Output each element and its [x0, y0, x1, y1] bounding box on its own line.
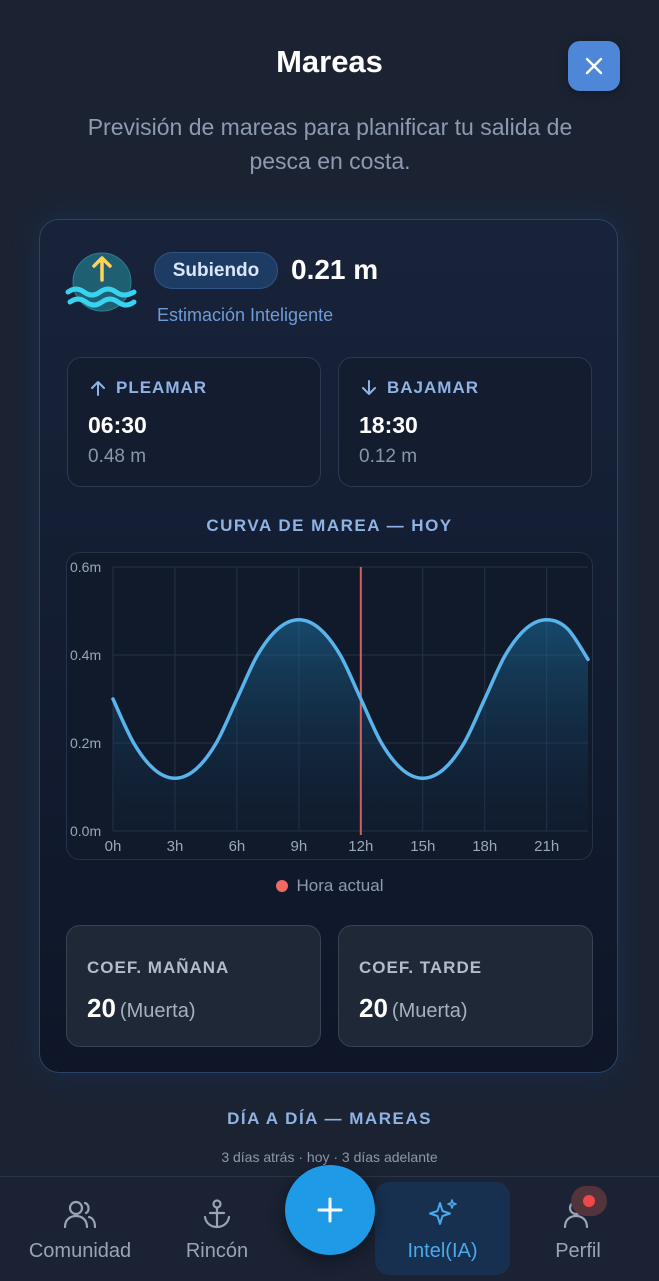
- y-tick-label: 0.2m: [70, 735, 101, 751]
- users-icon: [63, 1200, 97, 1229]
- low-tide-label: BAJAMAR: [387, 378, 479, 397]
- x-tick-label: 6h: [229, 838, 246, 855]
- anchor-icon: [203, 1199, 231, 1229]
- add-button[interactable]: [285, 1165, 375, 1255]
- close-button[interactable]: [568, 41, 620, 91]
- close-icon: [585, 57, 603, 75]
- x-tick-label: 12h: [348, 838, 373, 855]
- coef-morning-label: COEF. MAÑANA: [87, 958, 230, 977]
- high-tide-time: 06:30: [88, 412, 147, 438]
- nav-label-rincon: Rincón: [185, 1240, 249, 1262]
- coef-afternoon-quality: (Muerta): [391, 1000, 468, 1022]
- coef-afternoon-card: COEF. TARDE 20 (Muerta): [338, 925, 593, 1047]
- x-tick-label: 0h: [105, 838, 122, 855]
- estimation-label: Estimación Inteligente: [157, 305, 334, 325]
- current-tide-height: 0.21 m: [291, 254, 379, 285]
- x-tick-label: 21h: [534, 838, 559, 855]
- x-tick-label: 9h: [291, 838, 308, 855]
- tide-curve-title: CURVA DE MAREA — HOY: [206, 516, 453, 535]
- tide-chart: 0h 3h 6h 9h 12h 15h 18h 21h 0.0m 0.2m 0.4m 0.6m: [70, 559, 590, 855]
- daily-tides-subtitle: 3 días atrás · hoy · 3 días adelante: [221, 1149, 438, 1165]
- nav-item-comunidad[interactable]: Comunidad: [20, 1188, 140, 1272]
- legend-label: Hora actual: [296, 876, 384, 895]
- page-subtitle: Previsión de mareas para planificar tu s…: [87, 114, 573, 174]
- daily-tides-title: DÍA A DÍA — MAREAS: [227, 1109, 432, 1128]
- y-tick-label: 0.0m: [70, 823, 101, 839]
- coef-afternoon-label: COEF. TARDE: [359, 958, 483, 977]
- notification-dot-icon: [583, 1195, 595, 1207]
- page-title: Mareas: [276, 44, 383, 79]
- tide-area: [113, 619, 588, 831]
- low-tide-time: 18:30: [359, 412, 418, 438]
- coef-morning-quality: (Muerta): [119, 1000, 196, 1022]
- y-tick-label: 0.4m: [70, 647, 101, 663]
- x-tick-label: 18h: [472, 838, 497, 855]
- high-tide-card: PLEAMAR 06:30 0.48 m: [67, 357, 321, 487]
- arrow-up-icon: [91, 381, 105, 396]
- current-time-marker-icon: [275, 880, 288, 892]
- nav-item-rincon[interactable]: Rincón: [167, 1188, 267, 1272]
- rising-tide-icon: [65, 252, 137, 312]
- sparkles-icon: [428, 1199, 457, 1225]
- x-tick-label: 15h: [410, 838, 435, 855]
- nav-label-perfil: Perfil: [555, 1240, 601, 1262]
- arrow-down-icon: [362, 380, 376, 395]
- high-tide-height: 0.48 m: [88, 446, 147, 467]
- high-tide-label: PLEAMAR: [116, 378, 208, 397]
- notification-badge: [571, 1186, 607, 1216]
- chart-legend: Hora actual: [0, 876, 659, 896]
- low-tide-height: 0.12 m: [359, 446, 418, 467]
- nav-label-comunidad: Comunidad: [28, 1240, 132, 1262]
- low-tide-card: BAJAMAR 18:30 0.12 m: [338, 357, 592, 487]
- plus-icon: [317, 1197, 343, 1223]
- coef-morning-value: 20: [87, 993, 116, 1023]
- coef-afternoon-value: 20: [359, 993, 388, 1023]
- nav-label-intel: Intel(IA): [407, 1240, 478, 1262]
- x-tick-label: 3h: [167, 838, 184, 855]
- tide-trend-badge: Subiendo: [154, 252, 278, 289]
- y-tick-label: 0.6m: [70, 559, 101, 575]
- nav-item-intel[interactable]: Intel(IA): [375, 1188, 510, 1272]
- coef-morning-card: COEF. MAÑANA 20 (Muerta): [66, 925, 321, 1047]
